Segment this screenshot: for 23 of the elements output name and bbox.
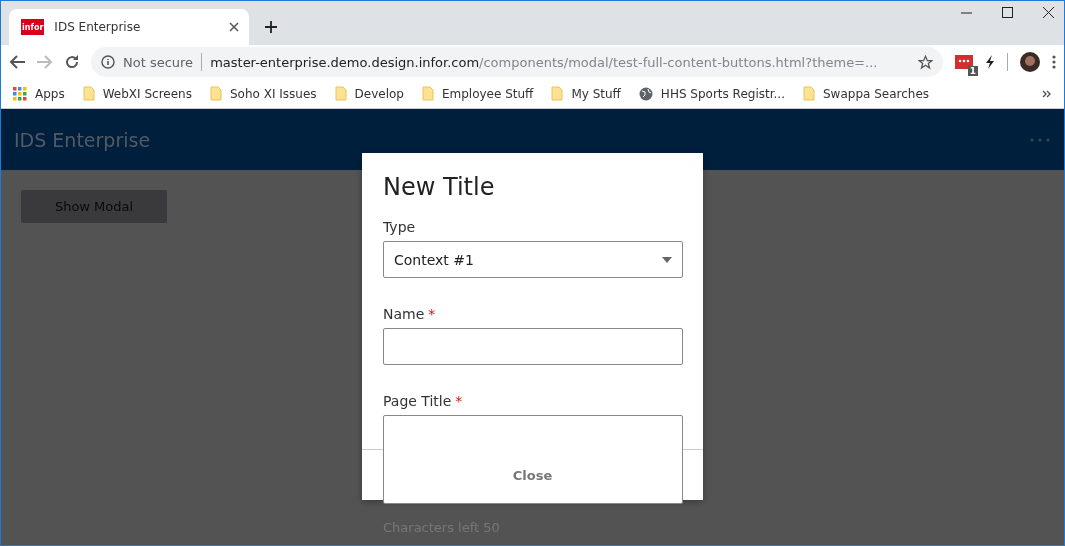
required-mark: * [428, 306, 436, 322]
favicon: infor [21, 19, 45, 35]
bookmark[interactable]: WebXI Screens [82, 86, 192, 101]
bookmark[interactable]: Soho XI Issues [209, 86, 317, 101]
field-label: Page Title [383, 393, 452, 409]
required-mark: * [455, 393, 463, 409]
bookmark[interactable]: Swappa Searches [803, 86, 930, 101]
close-button[interactable]: Close [492, 464, 573, 486]
type-dropdown[interactable]: Context #1 [383, 241, 683, 278]
address-bar[interactable]: Not secure master-enterprise.demo.design.infor.com/components/modal/test-full-content-buttons.html?theme=... [91, 47, 943, 77]
bookmark[interactable]: My Stuff [551, 86, 621, 101]
field-label: Type [383, 219, 416, 235]
url-text: master-enterprise.demo.design.infor.com/components/modal/test-full-content-buttons.html?theme=... [210, 54, 878, 70]
modal-title: New Title [383, 173, 496, 201]
app-title: IDS Enterprise [14, 128, 151, 151]
field-label: Name [383, 306, 425, 322]
bookmark[interactable]: Apps [13, 86, 65, 101]
bookmark[interactable]: Employee Stuff [421, 86, 534, 101]
security-status: Not secure [123, 54, 194, 70]
bookmark[interactable]: Develop [334, 86, 404, 101]
browser-tab[interactable]: infor IDS Enterprise [9, 9, 249, 45]
bookmark[interactable]: HHS Sports Registr... [638, 86, 785, 101]
notification-badge: 1 [967, 66, 978, 76]
